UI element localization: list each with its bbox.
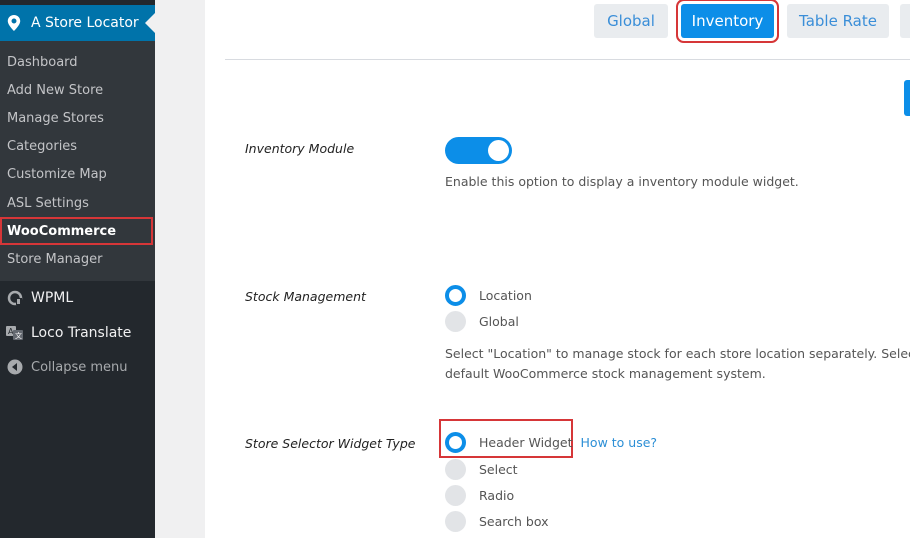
menu-item-label: Collapse menu: [31, 359, 128, 375]
submenu: Dashboard Add New Store Manage Stores Ca…: [0, 41, 155, 281]
current-menu-arrow: [145, 13, 155, 33]
menu-item-label: A Store Locator: [31, 15, 139, 31]
wpml-icon: [6, 289, 24, 307]
admin-sidebar: A Store Locator Dashboard Add New Store …: [0, 0, 155, 538]
radio-label: Global: [479, 313, 519, 329]
how-to-use-link[interactable]: How to use?: [581, 435, 658, 450]
save-button-partial[interactable]: [904, 80, 910, 116]
widget-option-search-box[interactable]: Search box: [445, 510, 549, 532]
submenu-item-manage-stores[interactable]: Manage Stores: [0, 104, 155, 132]
inventory-module-label: Inventory Module: [245, 141, 355, 156]
translate-icon: A文: [6, 324, 24, 342]
widget-option-select[interactable]: Select: [445, 458, 518, 480]
toggle-knob: [488, 140, 509, 161]
radio-label: Select: [479, 461, 518, 477]
map-pin-icon: [7, 15, 21, 31]
settings-panel: Global Inventory Table Rate Inventory Mo…: [205, 0, 910, 538]
stock-management-label: Stock Management: [245, 289, 366, 304]
stock-management-help-line2: default WooCommerce stock management sys…: [445, 366, 766, 381]
tab-table-rate[interactable]: Table Rate: [787, 4, 889, 38]
submenu-item-add-new-store[interactable]: Add New Store: [0, 76, 155, 104]
submenu-item-store-manager[interactable]: Store Manager: [0, 245, 155, 273]
submenu-item-categories[interactable]: Categories: [0, 133, 155, 161]
radio-unselected[interactable]: [445, 484, 466, 506]
widget-option-header[interactable]: Header Widget How to use?: [445, 431, 657, 453]
submenu-item-woocommerce[interactable]: WooCommerce: [0, 217, 153, 246]
divider: [225, 59, 910, 60]
radio-label: Search box: [479, 513, 549, 529]
menu-item-store-locator[interactable]: A Store Locator: [0, 5, 155, 41]
menu-item-wpml[interactable]: WPML: [0, 283, 155, 313]
menu-item-loco-translate[interactable]: A文 Loco Translate: [0, 318, 155, 348]
submenu-item-asl-settings[interactable]: ASL Settings: [0, 189, 155, 217]
submenu-item-customize-map[interactable]: Customize Map: [0, 161, 155, 189]
tab-overflow[interactable]: [900, 4, 910, 38]
collapse-icon: [6, 358, 24, 376]
inventory-module-help: Enable this option to display a inventor…: [445, 174, 799, 189]
content-gutter: [155, 0, 205, 538]
menu-item-collapse[interactable]: Collapse menu: [0, 352, 155, 382]
svg-text:文: 文: [15, 331, 22, 340]
inventory-module-toggle[interactable]: [445, 137, 512, 164]
radio-label: Radio: [479, 487, 515, 503]
radio-unselected[interactable]: [445, 458, 466, 480]
tab-global[interactable]: Global: [594, 4, 668, 38]
menu-item-label: Loco Translate: [31, 325, 132, 341]
radio-label: Location: [479, 287, 532, 303]
tab-inventory[interactable]: Inventory: [681, 4, 774, 38]
stock-management-help-line1: Select "Location" to manage stock for ea…: [445, 346, 910, 361]
submenu-item-dashboard[interactable]: Dashboard: [0, 48, 155, 76]
radio-label: Header Widget: [479, 434, 573, 450]
radio-selected[interactable]: [445, 284, 466, 306]
radio-unselected[interactable]: [445, 310, 466, 332]
stock-option-global[interactable]: Global: [445, 310, 519, 332]
stock-option-location[interactable]: Location: [445, 284, 532, 306]
menu-item-label: WPML: [31, 290, 74, 306]
radio-unselected[interactable]: [445, 510, 466, 532]
radio-selected[interactable]: [445, 431, 466, 453]
widget-type-label: Store Selector Widget Type: [245, 436, 416, 451]
widget-option-radio[interactable]: Radio: [445, 484, 514, 506]
